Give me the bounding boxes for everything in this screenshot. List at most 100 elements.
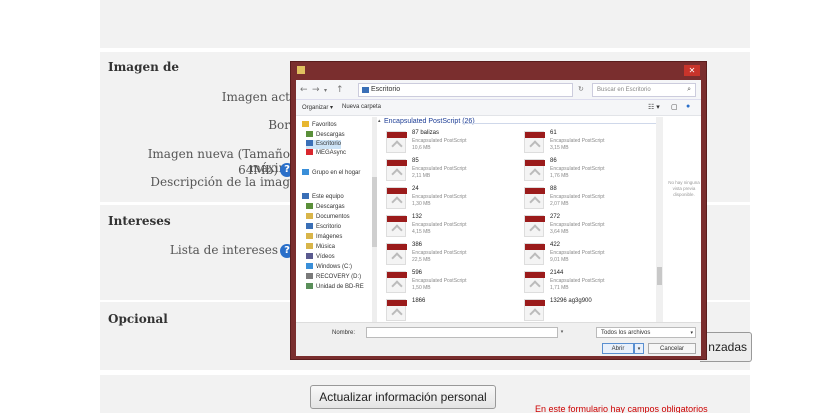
download-folder-icon: [306, 131, 313, 138]
file-list: ▴ Encapsulated PostScript (26) 87 baliza…: [378, 117, 665, 322]
sidebar-item-favoritos[interactable]: Favoritos: [302, 121, 337, 130]
dialog-body: ← → ▾ ↑ Escritorio ↻ Buscar en Escritori…: [296, 80, 701, 356]
sidebar-item-label: Favoritos: [312, 122, 337, 128]
file-type-filter[interactable]: Todos los archivos ▾: [596, 327, 696, 338]
file-type-band: [525, 132, 545, 138]
imagen-actual-label: Imagen act: [221, 90, 290, 104]
dialog-toolbar: Organizar ▾ Nueva carpeta ☷ ▾ ▢ ●: [296, 100, 701, 116]
cancel-button[interactable]: Cancelar: [648, 343, 696, 354]
collapse-arrow-icon[interactable]: ▴: [378, 118, 381, 124]
file-item[interactable]: 24 Encapsulated PostScript 1,30 MB: [382, 185, 512, 215]
file-item[interactable]: 422 Encapsulated PostScript 9,01 MB: [520, 241, 650, 271]
file-item[interactable]: 2144 Encapsulated PostScript 1,71 MB: [520, 269, 650, 299]
page-fold-icon: [529, 280, 541, 292]
dialog-titlebar[interactable]: ✕: [291, 62, 706, 80]
videos-icon: [306, 253, 313, 260]
file-item[interactable]: 86 Encapsulated PostScript 1,76 MB: [520, 157, 650, 187]
preview-pane-icon[interactable]: ▢: [671, 103, 678, 111]
file-size: 3,15 MB: [550, 145, 569, 151]
open-dropdown-button[interactable]: ▾: [634, 343, 644, 354]
file-item[interactable]: 596 Encapsulated PostScript 1,50 MB: [382, 269, 512, 299]
page-fold-icon: [529, 140, 541, 152]
eps-file-icon: [386, 215, 407, 237]
path-text: Escritorio: [371, 86, 401, 93]
file-size: 4,15 MB: [412, 229, 431, 235]
file-name: 24: [412, 186, 419, 192]
search-input[interactable]: Buscar en Escritorio ⌕: [592, 83, 696, 97]
file-type-band: [525, 244, 545, 250]
eps-file-icon: [386, 131, 407, 153]
file-item[interactable]: 386 Encapsulated PostScript 22,5 MB: [382, 241, 512, 271]
file-item[interactable]: 87 balizas Encapsulated PostScript 10,6 MB: [382, 129, 512, 159]
file-name: 87 balizas: [412, 130, 440, 136]
sidebar-item-documentos[interactable]: Documentos: [306, 213, 350, 222]
sidebar-item-recovery-d-[interactable]: RECOVERY (D:): [306, 273, 361, 282]
chevron-down-icon[interactable]: ▾: [324, 87, 327, 94]
back-arrow-icon[interactable]: ←: [300, 85, 308, 95]
new-folder-button[interactable]: Nueva carpeta: [342, 104, 381, 110]
sidebar-item-label: Imágenes: [316, 234, 343, 240]
sidebar-item-megasync[interactable]: MEGAsync: [306, 149, 346, 158]
file-type: Encapsulated PostScript: [550, 194, 605, 200]
eps-file-icon: [524, 159, 545, 181]
file-size: 2,07 MB: [550, 201, 569, 207]
file-type-band: [387, 132, 407, 138]
nav-scrollbar[interactable]: [372, 117, 377, 322]
refresh-icon[interactable]: ↻: [578, 85, 584, 93]
file-type-band: [525, 272, 545, 278]
sidebar-item-v-deos[interactable]: Vídeos: [306, 253, 335, 262]
avanzadas-button[interactable]: nzadas: [700, 332, 752, 362]
file-item[interactable]: 272 Encapsulated PostScript 3,64 MB: [520, 213, 650, 243]
file-type: Encapsulated PostScript: [412, 166, 467, 172]
star-icon: [302, 121, 309, 128]
file-name: 386: [412, 242, 423, 248]
file-list-scrollbar[interactable]: [656, 117, 663, 322]
sidebar-item-unidad-de-bd-re[interactable]: Unidad de BD-RE: [306, 283, 364, 292]
file-size: 1,76 MB: [550, 173, 569, 179]
eps-file-icon: [524, 271, 545, 293]
descripcion-label: Descripción de la imag: [150, 175, 290, 189]
path-breadcrumb[interactable]: Escritorio: [358, 83, 573, 97]
lista-intereses-label: Lista de intereses: [169, 243, 278, 257]
file-size: 2,11 MB: [412, 173, 431, 179]
file-item[interactable]: 61 Encapsulated PostScript 3,15 MB: [520, 129, 650, 159]
sidebar-item-escritorio[interactable]: Escritorio: [306, 140, 342, 149]
up-arrow-icon[interactable]: ↑: [336, 85, 344, 95]
file-size: 10,6 MB: [412, 145, 431, 151]
view-options-icon[interactable]: ☷ ▾: [648, 103, 660, 111]
file-type: Encapsulated PostScript: [550, 278, 605, 284]
drive-icon: [306, 273, 313, 280]
file-type: Encapsulated PostScript: [412, 250, 467, 256]
sidebar-item-descargas[interactable]: Descargas: [306, 131, 345, 140]
page-fold-icon: [391, 308, 403, 320]
file-type: Encapsulated PostScript: [550, 222, 605, 228]
file-type: Encapsulated PostScript: [550, 250, 605, 256]
file-item[interactable]: 85 Encapsulated PostScript 2,11 MB: [382, 157, 512, 187]
help-icon[interactable]: ●: [686, 103, 690, 110]
borrar-label: Bor: [268, 118, 290, 132]
filename-input[interactable]: [366, 327, 558, 338]
sidebar-item-m-sica[interactable]: Música: [306, 243, 335, 252]
update-personal-info-button[interactable]: Actualizar información personal: [310, 385, 496, 409]
organize-menu[interactable]: Organizar ▾: [302, 104, 333, 111]
sidebar-item-grupo-en-el-hogar[interactable]: Grupo en el hogar: [302, 169, 360, 178]
eps-file-icon: [386, 299, 407, 321]
file-item[interactable]: 88 Encapsulated PostScript 2,07 MB: [520, 185, 650, 215]
sidebar-item-escritorio[interactable]: Escritorio: [306, 223, 341, 232]
eps-file-icon: [386, 187, 407, 209]
sidebar-item-im-genes[interactable]: Imágenes: [306, 233, 342, 242]
chevron-down-icon[interactable]: ▾: [558, 327, 566, 338]
forward-arrow-icon[interactable]: →: [312, 85, 320, 95]
page-fold-icon: [529, 252, 541, 264]
sidebar-item-este-equipo[interactable]: Este equipo: [302, 193, 344, 202]
close-icon[interactable]: ✕: [684, 65, 700, 76]
open-button[interactable]: Abrir: [602, 343, 634, 354]
profile-form-page: Imagen de Imagen act Bor Imagen nueva (T…: [0, 0, 832, 413]
sidebar-item-descargas[interactable]: Descargas: [306, 203, 345, 212]
sidebar-item-windows-c-[interactable]: Windows (C:): [306, 263, 352, 272]
file-item[interactable]: 132 Encapsulated PostScript 4,15 MB: [382, 213, 512, 243]
file-type-band: [387, 272, 407, 278]
file-size: 1,71 MB: [550, 285, 569, 291]
sidebar-item-label: Música: [316, 244, 336, 250]
file-type-band: [525, 300, 545, 306]
